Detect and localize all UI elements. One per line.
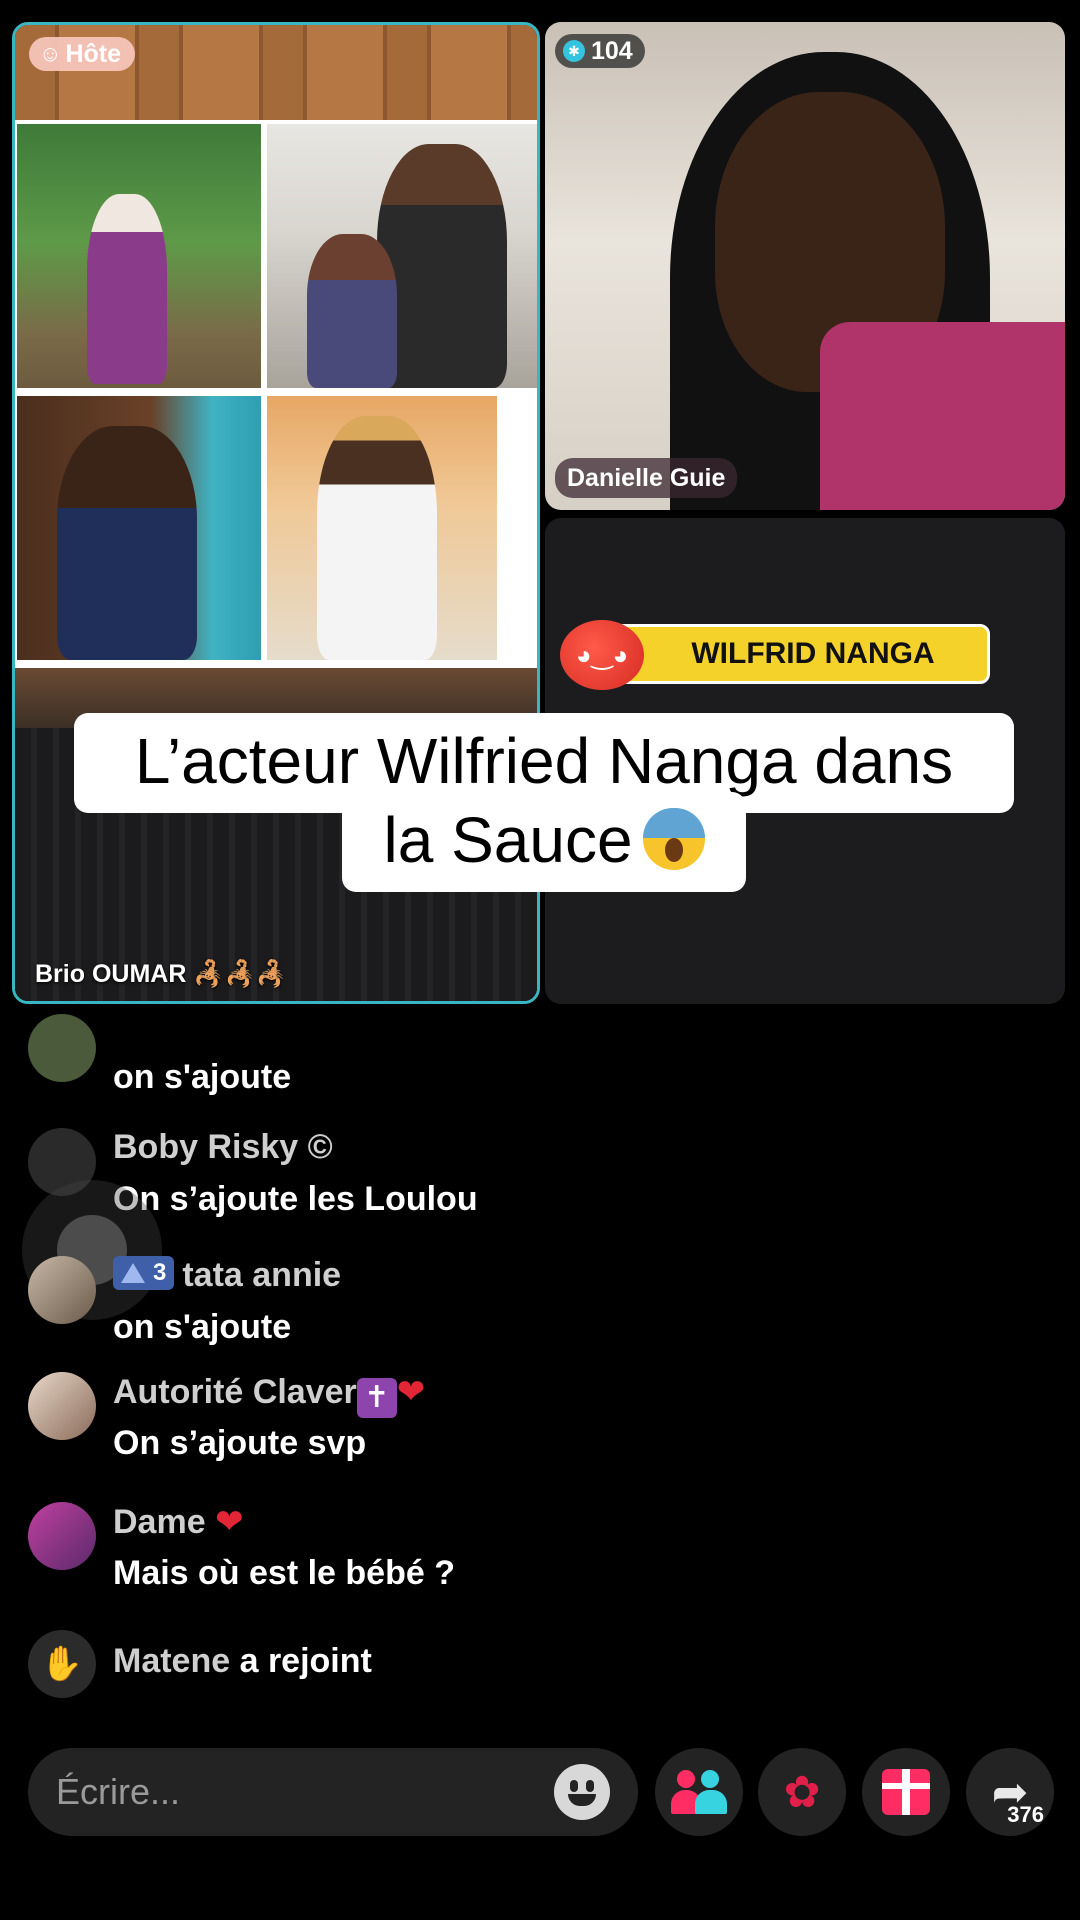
comment-text: on s'ajoute	[113, 1308, 292, 1346]
caption-line-2: la Sauce	[342, 792, 746, 892]
rose-icon: ✿	[783, 1767, 821, 1817]
comment-item[interactable]: on s'ajoute	[28, 1014, 1048, 1096]
guests-button[interactable]	[655, 1748, 743, 1836]
comment-author-row: 3 tata annie	[113, 1256, 341, 1295]
mascot-icon: ◕‿◕	[560, 620, 644, 690]
guest-video-panel[interactable]: ✱ 104 Danielle Guie	[545, 22, 1065, 510]
joined-user[interactable]: Matene	[113, 1642, 230, 1680]
host-badge: ☺ Hôte	[29, 37, 136, 71]
comment-item[interactable]: Dame ❤ Mais où est le bébé ?	[28, 1502, 1048, 1602]
wave-hand-icon: ✋	[28, 1630, 96, 1698]
comment-text: On s’ajoute les Loulou	[113, 1180, 478, 1218]
cross-icon: ✝	[356, 1378, 397, 1418]
people-icon	[671, 1768, 727, 1816]
gift-button[interactable]	[862, 1748, 950, 1836]
avatar[interactable]	[28, 1502, 96, 1570]
emoji-icon[interactable]	[554, 1764, 610, 1820]
comment-author[interactable]: Autorité Claver	[113, 1373, 357, 1411]
comment-author[interactable]: Boby Risky ©	[113, 1128, 333, 1167]
host-icon: ☺	[39, 41, 62, 66]
guest-top	[820, 322, 1065, 510]
comment-author[interactable]: Dame	[113, 1503, 206, 1541]
collage-photo-child	[17, 396, 261, 660]
heart-icon: ❤	[396, 1373, 426, 1411]
avatar[interactable]	[28, 1256, 96, 1324]
scream-emoji-icon	[642, 808, 705, 870]
collage-photo-couple	[267, 124, 537, 388]
join-text: Matene a rejoint	[113, 1642, 372, 1681]
viewer-count: 104	[591, 36, 633, 65]
gift-icon	[882, 1769, 930, 1815]
collage-photo-man-hat	[267, 396, 497, 660]
comment-author-row: Dame ❤	[113, 1502, 244, 1542]
photo-collage	[15, 120, 537, 668]
comment-input-placeholder: Écrire...	[56, 1771, 181, 1812]
share-count: 376	[1007, 1802, 1044, 1827]
collage-photo-woman	[17, 124, 261, 388]
comment-input[interactable]: Écrire...	[28, 1748, 638, 1836]
host-name: Brio OUMAR 🦂🦂🦂	[35, 960, 287, 988]
level-icon	[121, 1263, 145, 1283]
share-button[interactable]: ➦ 376	[966, 1748, 1054, 1836]
rose-gift-button[interactable]: ✿	[758, 1748, 846, 1836]
viewer-count-badge: ✱ 104	[555, 34, 645, 68]
comment-text: Mais où est le bébé ?	[113, 1554, 455, 1592]
level-badge: 3	[113, 1256, 175, 1290]
comment-text: On s’ajoute svp	[113, 1424, 367, 1462]
join-action: a rejoint	[239, 1642, 372, 1680]
avatar[interactable]	[28, 1014, 96, 1082]
banner-label: WILFRID NANGA	[600, 624, 990, 684]
viewer-icon: ✱	[563, 40, 585, 62]
join-notice: ✋ Matene a rejoint	[28, 1630, 1048, 1700]
host-badge-label: Hôte	[65, 39, 122, 68]
comment-item[interactable]: 3 tata annie on s'ajoute	[28, 1256, 1048, 1356]
name-banner: WILFRID NANGA ◕‿◕	[560, 620, 990, 690]
avatar[interactable]	[28, 1372, 96, 1440]
comment-author[interactable]: tata annie	[182, 1256, 341, 1294]
caption-line-2-text: la Sauce	[383, 804, 633, 876]
comment-text: on s'ajoute	[113, 1058, 292, 1096]
comment-author-row: Autorité Claver ✝ ❤	[113, 1372, 425, 1418]
heart-icon: ❤	[215, 1503, 244, 1541]
comment-item[interactable]: Boby Risky © On s’ajoute les Loulou	[28, 1128, 1048, 1228]
guest-name: Danielle Guie	[555, 458, 738, 498]
comment-item[interactable]: Autorité Claver ✝ ❤ On s’ajoute svp	[28, 1372, 1048, 1472]
